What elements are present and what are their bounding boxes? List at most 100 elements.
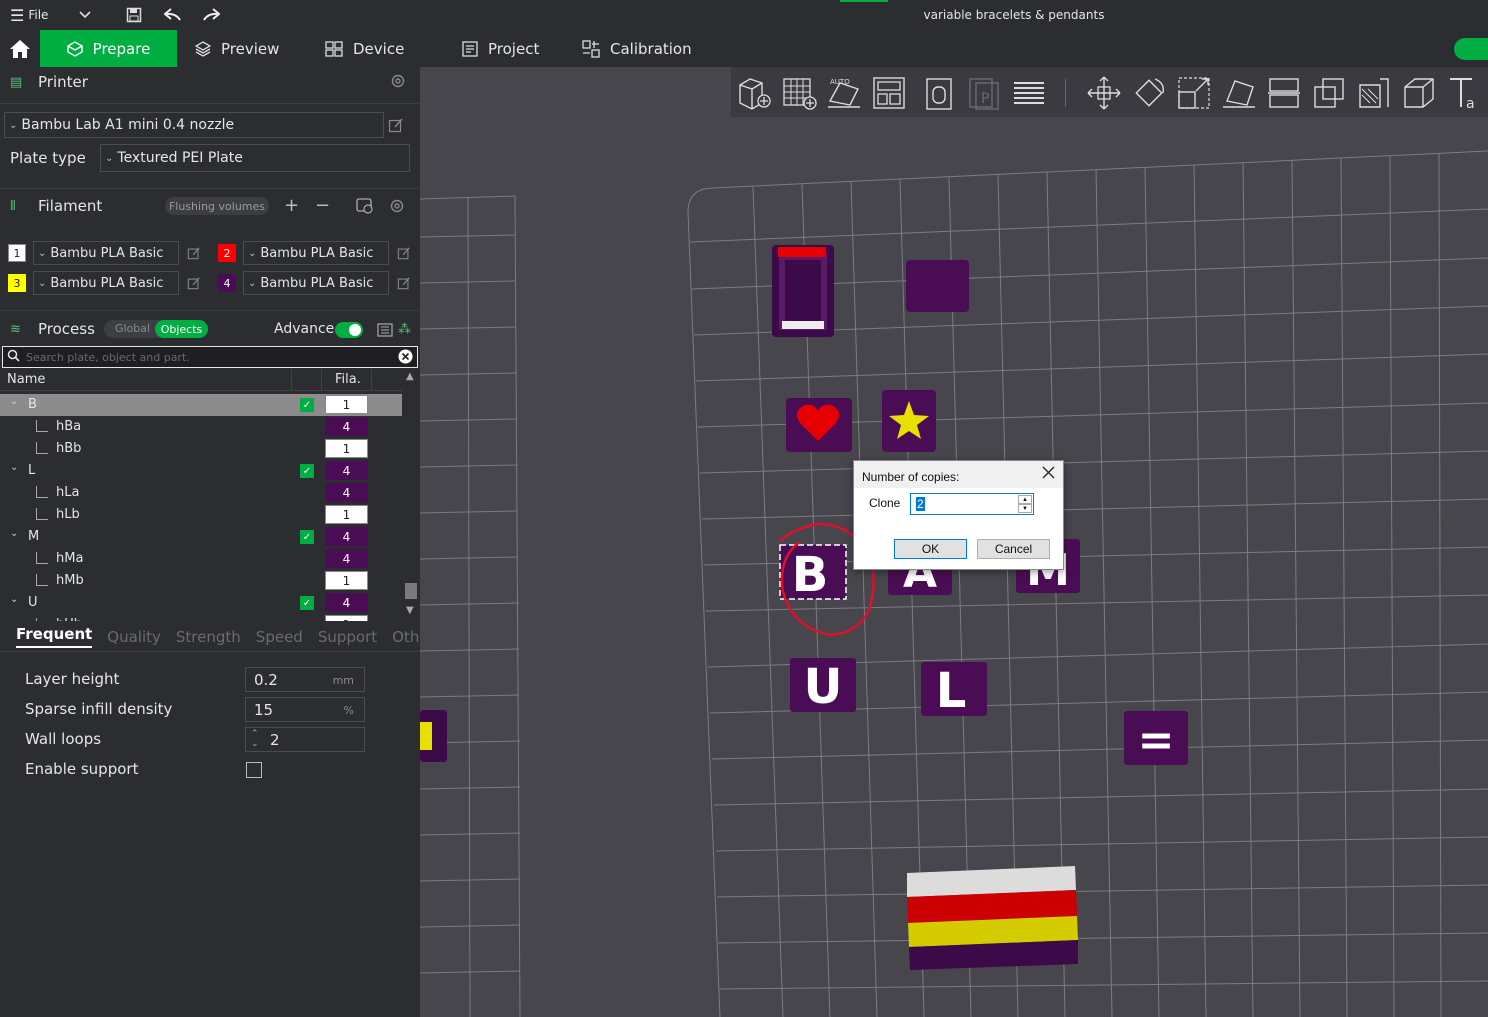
enable-support-checkbox[interactable]: [246, 762, 262, 778]
tab-quality[interactable]: Quality: [107, 628, 161, 646]
collapse-arrow-icon[interactable]: ⌄: [10, 462, 18, 473]
edit-printer-icon[interactable]: [388, 117, 404, 133]
part-filament-cell[interactable]: 4: [325, 549, 368, 568]
filament-slot-4-select[interactable]: ⌄ Bambu PLA Basic: [243, 271, 389, 295]
printer-settings-gear-icon[interactable]: [390, 73, 406, 93]
filament-slot-1-select[interactable]: ⌄ Bambu PLA Basic: [33, 241, 179, 265]
add-object-icon[interactable]: [736, 75, 772, 111]
filament-slot-1-badge[interactable]: 1: [8, 244, 26, 262]
add-filament-icon[interactable]: +: [284, 195, 299, 216]
file-menu[interactable]: ☰ File: [10, 0, 70, 30]
part-filament-cell[interactable]: 1: [325, 615, 368, 621]
slice-plate-button[interactable]: [1454, 38, 1488, 60]
part-filament-cell[interactable]: 4: [325, 483, 368, 502]
column-header-name[interactable]: Name: [7, 372, 45, 387]
global-scope-option[interactable]: Global: [115, 322, 150, 335]
support-paint-icon[interactable]: [1356, 75, 1392, 111]
tree-row-part[interactable]: hLb 1: [0, 504, 402, 526]
clone-count-input[interactable]: 2 ▲ ▼: [910, 493, 1034, 515]
redo-icon[interactable]: [192, 0, 230, 30]
filament-slot-2-badge[interactable]: 2: [218, 244, 236, 262]
filament-slot-2-select[interactable]: ⌄ Bambu PLA Basic: [243, 241, 389, 265]
scale-icon[interactable]: [1176, 75, 1212, 111]
dialog-close-icon[interactable]: [1042, 466, 1055, 482]
filament-slot-4-badge[interactable]: 4: [218, 274, 236, 292]
layer-settings-icon[interactable]: [1011, 75, 1047, 111]
object-filament-cell[interactable]: 4: [325, 527, 368, 546]
collapse-arrow-icon[interactable]: ⌄: [10, 528, 18, 539]
scrollbar-thumb[interactable]: [405, 583, 417, 599]
tab-project[interactable]: Project: [444, 30, 564, 67]
process-compare-icon[interactable]: ⁂: [398, 322, 411, 337]
object-visible-checkbox[interactable]: ✓: [300, 398, 314, 412]
remove-filament-icon[interactable]: −: [315, 195, 330, 216]
home-button[interactable]: [0, 30, 40, 67]
flushing-volumes-button[interactable]: Flushing volumes: [165, 197, 269, 215]
wall-loops-stepper[interactable]: ⌃ ⌄ 2: [245, 727, 365, 752]
part-filament-cell[interactable]: 1: [325, 505, 368, 524]
seam-paint-icon[interactable]: [1401, 75, 1437, 111]
scroll-up-icon[interactable]: ▲: [406, 371, 414, 382]
part-filament-cell[interactable]: 1: [325, 439, 368, 458]
edit-filament-4-icon[interactable]: [397, 276, 413, 292]
tree-row-part[interactable]: hBa 4: [0, 416, 402, 438]
tab-prepare[interactable]: Prepare: [40, 30, 177, 67]
object-filament-cell[interactable]: 1: [325, 395, 368, 414]
object-filament-cell[interactable]: 4: [325, 461, 368, 480]
ok-button[interactable]: OK: [894, 539, 967, 559]
column-header-filament[interactable]: Fila.: [335, 372, 361, 387]
move-icon[interactable]: [1086, 75, 1122, 111]
object-filament-cell[interactable]: 4: [325, 593, 368, 612]
lay-on-face-icon[interactable]: [1221, 75, 1257, 111]
object-visible-checkbox[interactable]: ✓: [300, 596, 314, 610]
tree-row-object-b[interactable]: ⌄ B ✓ 1: [0, 394, 402, 416]
filament-slot-3-select[interactable]: ⌄ Bambu PLA Basic: [33, 271, 179, 295]
object-visible-checkbox[interactable]: ✓: [300, 464, 314, 478]
undo-icon[interactable]: [154, 0, 192, 30]
objects-scope-option[interactable]: Objects: [155, 320, 208, 338]
part-filament-cell[interactable]: 4: [325, 417, 368, 436]
split-parts-icon[interactable]: P: [966, 75, 1002, 111]
tree-row-object-u[interactable]: ⌄ U ✓ 4: [0, 592, 402, 614]
text-tool-icon[interactable]: a: [1446, 75, 1482, 111]
split-objects-icon[interactable]: [921, 75, 957, 111]
tree-row-part[interactable]: hUb 1: [0, 614, 402, 621]
edit-filament-1-icon[interactable]: [187, 246, 203, 262]
save-icon[interactable]: [114, 0, 154, 30]
tree-row-part[interactable]: hBb 1: [0, 438, 402, 460]
tab-device[interactable]: Device: [307, 30, 444, 67]
plate-type-select[interactable]: ⌄ Textured PEI Plate: [100, 144, 410, 172]
tab-speed[interactable]: Speed: [256, 628, 303, 646]
part-filament-cell[interactable]: 1: [325, 571, 368, 590]
cut-icon[interactable]: [1266, 75, 1302, 111]
edit-filament-2-icon[interactable]: [397, 246, 413, 262]
collapse-arrow-icon[interactable]: ⌄: [10, 594, 18, 605]
filament-settings-gear-icon[interactable]: [389, 198, 405, 218]
tree-row-part[interactable]: hLa 4: [0, 482, 402, 504]
tree-row-object-l[interactable]: ⌄ L ✓ 4: [0, 460, 402, 482]
rotate-icon[interactable]: [1131, 75, 1167, 111]
process-list-icon[interactable]: [377, 322, 393, 341]
collapse-arrow-icon[interactable]: ⌄: [10, 396, 18, 407]
stepper-arrows-icon[interactable]: ⌃ ⌄: [251, 729, 259, 749]
tab-support[interactable]: Support: [318, 628, 377, 646]
boolean-icon[interactable]: [1311, 75, 1347, 111]
edit-filament-3-icon[interactable]: [187, 276, 203, 292]
spin-up-icon[interactable]: ▲: [1018, 495, 1032, 504]
clear-search-icon[interactable]: [398, 349, 413, 367]
tree-row-part[interactable]: hMa 4: [0, 548, 402, 570]
printer-preset-select[interactable]: ⌄ Bambu Lab A1 mini 0.4 nozzle: [4, 112, 384, 138]
object-visible-checkbox[interactable]: ✓: [300, 530, 314, 544]
tree-row-part[interactable]: hMb 1: [0, 570, 402, 592]
tab-frequent[interactable]: Frequent: [16, 625, 93, 648]
spin-down-icon[interactable]: ▼: [1018, 504, 1032, 513]
sparse-infill-field[interactable]: 15 %: [245, 697, 365, 722]
auto-orient-icon[interactable]: AUTO: [826, 75, 862, 111]
layer-height-field[interactable]: 0.2 mm: [245, 667, 365, 692]
tab-strength[interactable]: Strength: [176, 628, 241, 646]
object-list-scrollbar[interactable]: ▲ ▼: [402, 369, 420, 621]
cancel-button[interactable]: Cancel: [977, 539, 1050, 559]
arrange-icon[interactable]: [871, 75, 907, 111]
tab-preview[interactable]: Preview: [177, 30, 307, 67]
scroll-down-icon[interactable]: ▼: [406, 605, 414, 616]
